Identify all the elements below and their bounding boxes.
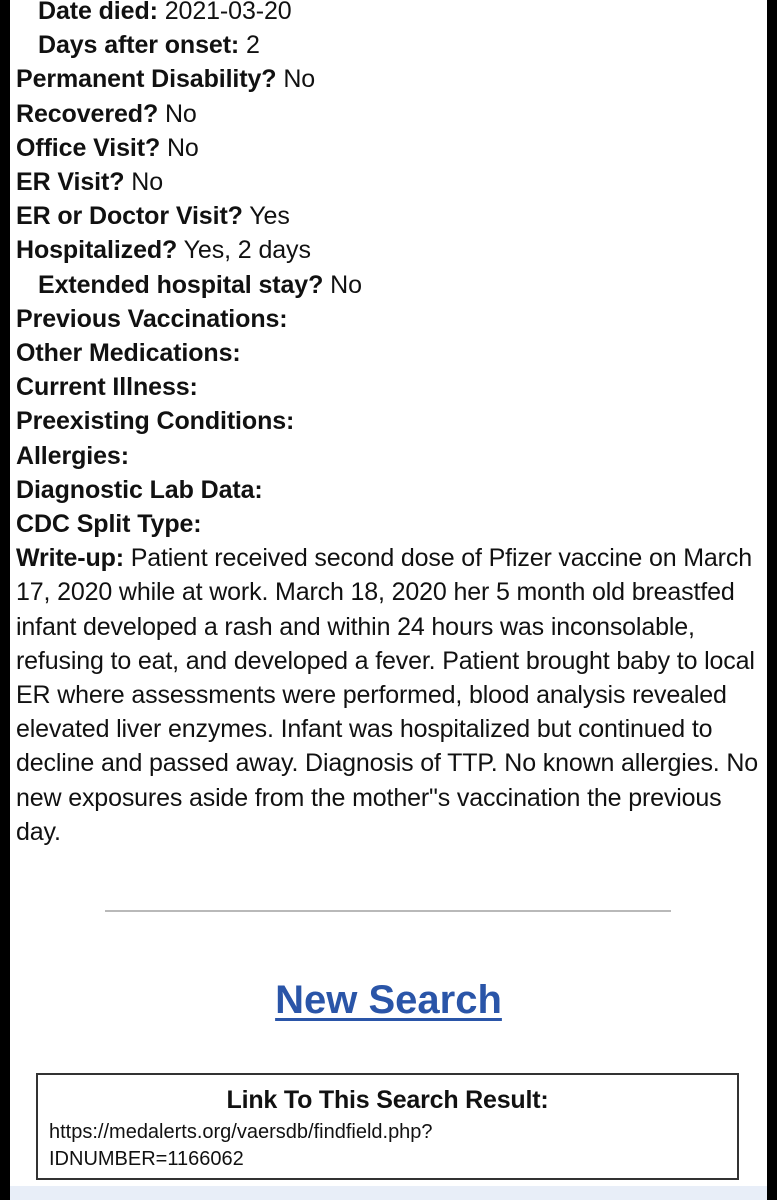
field-label: ER Visit? <box>16 168 125 197</box>
writeup-text: Patient received second dose of Pfizer v… <box>16 544 759 846</box>
field-value: No <box>323 270 362 299</box>
field-allergies: Allergies: <box>16 439 761 473</box>
field-label: Days after onset: <box>38 31 240 60</box>
field-label: Write-up: <box>16 544 124 573</box>
field-label: Preexisting Conditions: <box>16 407 295 436</box>
field-value: 2021-03-20 <box>157 0 292 25</box>
field-label: Extended hospital stay? <box>38 270 324 299</box>
field-label: CDC Split Type: <box>16 510 202 539</box>
divider <box>105 910 671 912</box>
field-office-visit: Office Visit? No <box>16 131 761 165</box>
field-permanent-disability: Permanent Disability? No <box>16 62 761 96</box>
field-value: No <box>124 168 163 197</box>
field-value: No <box>160 133 199 162</box>
field-value: Yes <box>242 202 290 231</box>
field-extended-hospital-stay: Extended hospital stay? No <box>16 268 761 302</box>
field-label: Current Illness: <box>16 373 198 402</box>
bottom-strip <box>10 1186 767 1200</box>
field-diagnostic-lab-data: Diagnostic Lab Data: <box>16 473 761 507</box>
field-preexisting-conditions: Preexisting Conditions: <box>16 404 761 438</box>
field-current-illness: Current Illness: <box>16 370 761 404</box>
field-label: Recovered? <box>16 99 159 128</box>
field-writeup: Write-up: Patient received second dose o… <box>16 541 761 849</box>
field-label: Allergies: <box>16 441 129 470</box>
results-page: Date died: 2021-03-20 Days after onset: … <box>10 0 767 1186</box>
field-value: No <box>276 65 316 94</box>
field-er-or-doctor-visit: ER or Doctor Visit? Yes <box>16 199 761 233</box>
search-result-link-box: Link To This Search Result: https://meda… <box>36 1073 739 1180</box>
field-label: Other Medications: <box>16 339 241 368</box>
url-line: https://medalerts.org/vaersdb/findfield.… <box>49 1121 433 1143</box>
field-value: Yes, 2 days <box>177 236 311 265</box>
url-line: IDNUMBER=1166062 <box>49 1148 244 1170</box>
field-label: ER or Doctor Visit? <box>16 202 243 231</box>
field-label: Previous Vaccinations: <box>16 304 288 333</box>
new-search-link[interactable]: New Search <box>10 978 767 1023</box>
field-label: Office Visit? <box>16 133 161 162</box>
field-cdc-split-type: CDC Split Type: <box>16 507 761 541</box>
field-label: Diagnostic Lab Data: <box>16 475 263 504</box>
field-other-medications: Other Medications: <box>16 336 761 370</box>
record-fields: Date died: 2021-03-20 Days after onset: … <box>16 0 761 849</box>
field-date-died: Date died: 2021-03-20 <box>16 0 761 28</box>
field-days-after-onset: Days after onset: 2 <box>16 28 761 62</box>
field-recovered: Recovered? No <box>16 97 761 131</box>
field-label: Hospitalized? <box>16 236 178 265</box>
search-result-url[interactable]: https://medalerts.org/vaersdb/findfield.… <box>49 1119 737 1173</box>
field-value: 2 <box>239 31 260 60</box>
field-label: Date died: <box>38 0 158 25</box>
field-value: No <box>158 99 197 128</box>
field-hospitalized: Hospitalized? Yes, 2 days <box>16 233 761 267</box>
field-er-visit: ER Visit? No <box>16 165 761 199</box>
field-previous-vaccinations: Previous Vaccinations: <box>16 302 761 336</box>
link-box-title: Link To This Search Result: <box>226 1086 549 1114</box>
field-label: Permanent Disability? <box>16 65 277 94</box>
